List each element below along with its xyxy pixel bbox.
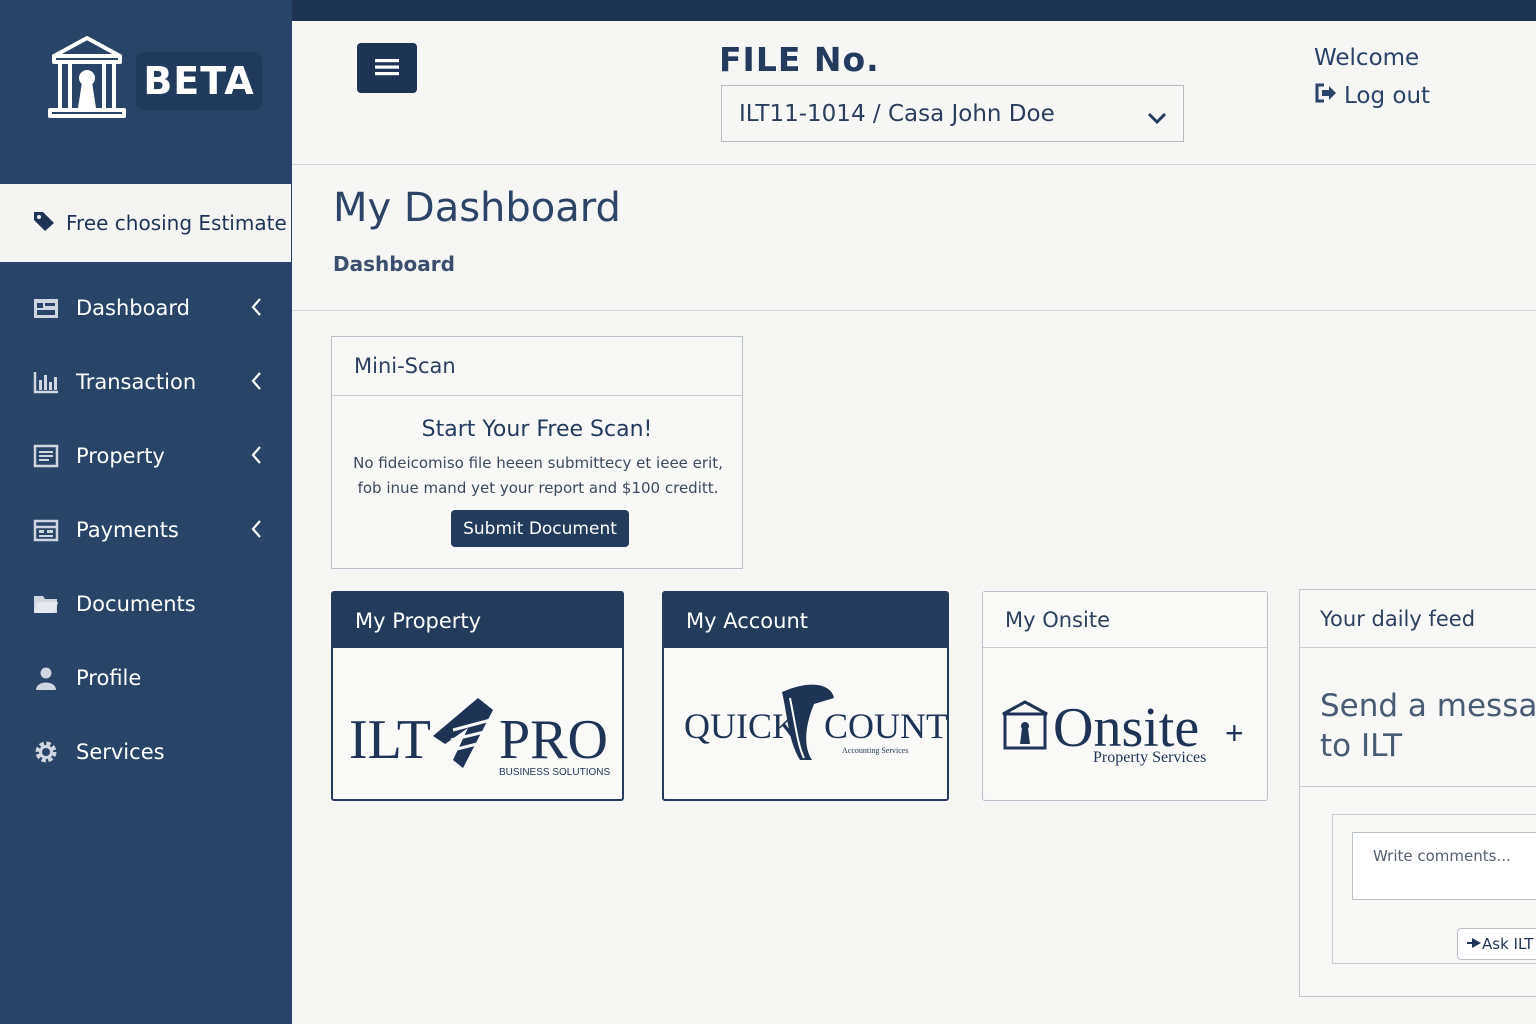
logout-link[interactable]: Log out: [1314, 82, 1430, 110]
sidebar-item-transaction[interactable]: Transaction: [0, 352, 292, 412]
sidebar-item-payments[interactable]: Payments: [0, 500, 292, 560]
logout-label: Log out: [1344, 83, 1431, 109]
free-estimate-label: Free chosing Estimate: [66, 211, 287, 235]
scan-description-line: fob inue mand yet your report and $100 c…: [357, 479, 719, 497]
logout-icon: [1314, 82, 1338, 110]
chevron-left-icon: [250, 518, 262, 545]
chevron-left-icon: [250, 444, 262, 471]
logo-text-right: COUNT: [824, 706, 947, 746]
hamburger-icon: [374, 57, 400, 80]
comment-input[interactable]: Write comments...: [1352, 832, 1536, 900]
ask-ilt-label: Ask ILT: [1482, 935, 1534, 953]
mini-scan-panel: Mini-Scan Start Your Free Scan! No fidei…: [331, 336, 743, 569]
free-estimate-link[interactable]: Free chosing Estimate: [0, 184, 291, 262]
feed-message-line: to ILT: [1320, 728, 1403, 764]
scan-title: Start Your Free Scan!: [421, 417, 653, 442]
folder-icon: [32, 591, 60, 617]
sidebar-item-label: Documents: [76, 592, 196, 616]
mini-scan-header: Mini-Scan: [332, 337, 742, 396]
feed-message-line: Send a messag: [1320, 688, 1536, 724]
sidebar-item-dashboard[interactable]: Dashboard: [0, 278, 292, 338]
user-icon: [32, 665, 60, 691]
scan-description: No fideicomiso file heeen submittecy et …: [352, 451, 724, 501]
bar-chart-icon: [32, 369, 60, 395]
feed-header: Your daily feed: [1300, 590, 1536, 648]
file-number-label: FILE No.: [719, 40, 880, 79]
my-account-card[interactable]: My Account QUICK COUNT Accounting Servic…: [662, 591, 949, 801]
daily-feed-panel: Your daily feed Send a messag to ILT Wri…: [1299, 589, 1536, 997]
sidebar-item-label: Payments: [76, 518, 179, 542]
card-header: My Property: [333, 593, 622, 648]
chevron-left-icon: [250, 296, 262, 323]
sidebar: BETA Free chosing Estimate Dashboard Tra…: [0, 0, 292, 1024]
logo-text-left: QUICK: [684, 706, 798, 746]
ask-ilt-button[interactable]: Ask ILT: [1457, 928, 1536, 960]
gear-icon: [32, 739, 60, 765]
file-select-value: ILT11-1014 / Casa John Doe: [739, 100, 1055, 127]
card-header: My Onsite: [983, 592, 1267, 648]
logo-subtext: Property Services: [1093, 749, 1206, 766]
file-select[interactable]: ILT11-1014 / Casa John Doe: [721, 85, 1184, 142]
menu-toggle-button[interactable]: [357, 43, 417, 93]
list-icon: [32, 443, 60, 469]
sidebar-item-label: Profile: [76, 666, 142, 690]
my-onsite-card[interactable]: My Onsite Onsite + Property Services: [982, 591, 1268, 801]
building-lock-icon[interactable]: [48, 34, 126, 124]
quick-count-logo[interactable]: QUICK COUNT Accounting Services: [664, 648, 948, 798]
breadcrumb[interactable]: Dashboard: [333, 252, 455, 276]
beta-badge: BETA: [136, 52, 262, 110]
feed-message: Send a messag to ILT: [1320, 686, 1536, 766]
chevron-left-icon: [250, 370, 262, 397]
logo-plus: +: [1225, 715, 1244, 751]
top-strip: [292, 0, 1536, 21]
ilt-pro-logo[interactable]: ILT PRO BUSINESS SOLUTIONS: [333, 648, 622, 798]
card-header: My Account: [664, 593, 947, 648]
sidebar-item-documents[interactable]: Documents: [0, 574, 292, 634]
chevron-down-icon: [1147, 105, 1167, 131]
submit-document-button[interactable]: Submit Document: [451, 510, 629, 547]
welcome-text: Welcome: [1314, 45, 1420, 71]
logo-text-left: ILT: [349, 709, 431, 771]
my-property-card[interactable]: My Property ILT PRO BUSINESS SOLUTIONS: [331, 591, 624, 801]
sidebar-item-label: Dashboard: [76, 296, 190, 320]
calendar-icon: [32, 517, 60, 543]
sidebar-item-profile[interactable]: Profile: [0, 648, 292, 708]
onsite-logo[interactable]: Onsite + Property Services: [983, 648, 1267, 798]
sidebar-item-services[interactable]: Services: [0, 722, 292, 782]
logo-subtext: Accounting Services: [842, 746, 908, 755]
dashboard-icon: [32, 295, 60, 321]
sidebar-item-label: Property: [76, 444, 165, 468]
logo-text-right: PRO: [499, 709, 608, 771]
page-title: My Dashboard: [333, 185, 621, 231]
tag-icon: [32, 210, 56, 237]
send-icon: [1466, 935, 1482, 953]
scan-description-line: No fideicomiso file heeen submittecy et …: [353, 454, 723, 472]
sidebar-item-label: Services: [76, 740, 165, 764]
sidebar-item-property[interactable]: Property: [0, 426, 292, 486]
logo-subtext: BUSINESS SOLUTIONS: [499, 767, 610, 778]
sidebar-item-label: Transaction: [76, 370, 197, 394]
divider: [1300, 786, 1536, 787]
